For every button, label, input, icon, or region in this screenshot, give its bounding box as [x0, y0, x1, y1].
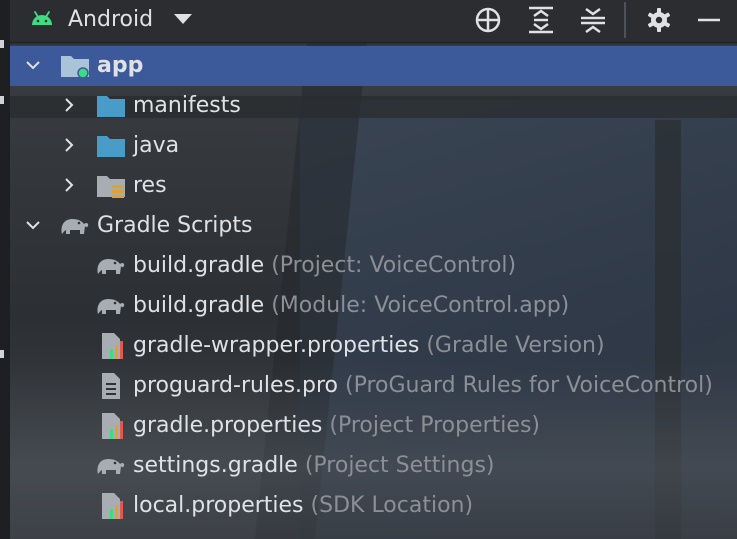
file-name: proguard-rules.pro	[133, 373, 339, 398]
dropdown-arrow-icon[interactable]	[174, 14, 192, 24]
gradle-elephant-icon	[97, 299, 125, 314]
project-toolbar: Android	[10, 0, 737, 43]
file-hint: (ProGuard Rules for VoiceControl)	[345, 373, 713, 398]
chevron-right-icon[interactable]	[62, 178, 76, 192]
file-name: build.gradle	[133, 253, 265, 278]
tree-label-gradle-scripts: Gradle Scripts	[97, 213, 253, 238]
resource-folder-icon	[97, 176, 125, 198]
chevron-down-icon[interactable]	[26, 218, 40, 232]
file-hint: (Project Settings)	[304, 453, 495, 478]
chevron-right-icon[interactable]	[62, 98, 76, 112]
tree-label-res: res	[133, 173, 167, 198]
tree-label-manifests: manifests	[133, 93, 241, 118]
properties-file-icon	[102, 493, 123, 519]
project-view-selector[interactable]: Android	[68, 6, 153, 34]
left-tool-strip	[0, 0, 10, 539]
properties-file-icon	[102, 413, 123, 439]
file-name: gradle-wrapper.properties	[133, 333, 420, 358]
properties-file-icon	[102, 333, 123, 359]
file-name: build.gradle	[133, 293, 265, 318]
android-icon	[32, 11, 52, 25]
chevron-right-icon[interactable]	[62, 138, 76, 152]
file-hint: (Gradle Version)	[426, 333, 605, 358]
file-name: gradle.properties	[133, 413, 323, 438]
locate-icon[interactable]	[473, 5, 503, 35]
chevron-down-icon[interactable]	[26, 58, 40, 72]
file-hint: (Module: VoiceControl.app)	[271, 293, 570, 318]
tree-label-app: app	[97, 53, 144, 78]
expand-all-icon[interactable]	[526, 5, 556, 35]
gradle-elephant-icon	[61, 219, 89, 234]
file-name: settings.gradle	[133, 453, 298, 478]
module-folder-icon	[61, 56, 89, 79]
gear-icon[interactable]	[644, 5, 674, 35]
tree-label-java: java	[133, 133, 180, 158]
collapse-all-icon[interactable]	[578, 5, 608, 35]
folder-icon	[97, 96, 125, 117]
folder-icon	[97, 136, 125, 157]
toolbar-separator	[624, 2, 626, 38]
file-hint: (Project: VoiceControl)	[271, 253, 517, 278]
text-file-icon	[102, 373, 120, 399]
gradle-elephant-icon	[97, 259, 125, 274]
gradle-elephant-icon	[97, 459, 125, 474]
file-hint: (SDK Location)	[310, 493, 474, 518]
file-hint: (Project Properties)	[329, 413, 540, 438]
file-name: local.properties	[133, 493, 304, 518]
minimize-icon[interactable]	[694, 5, 724, 35]
